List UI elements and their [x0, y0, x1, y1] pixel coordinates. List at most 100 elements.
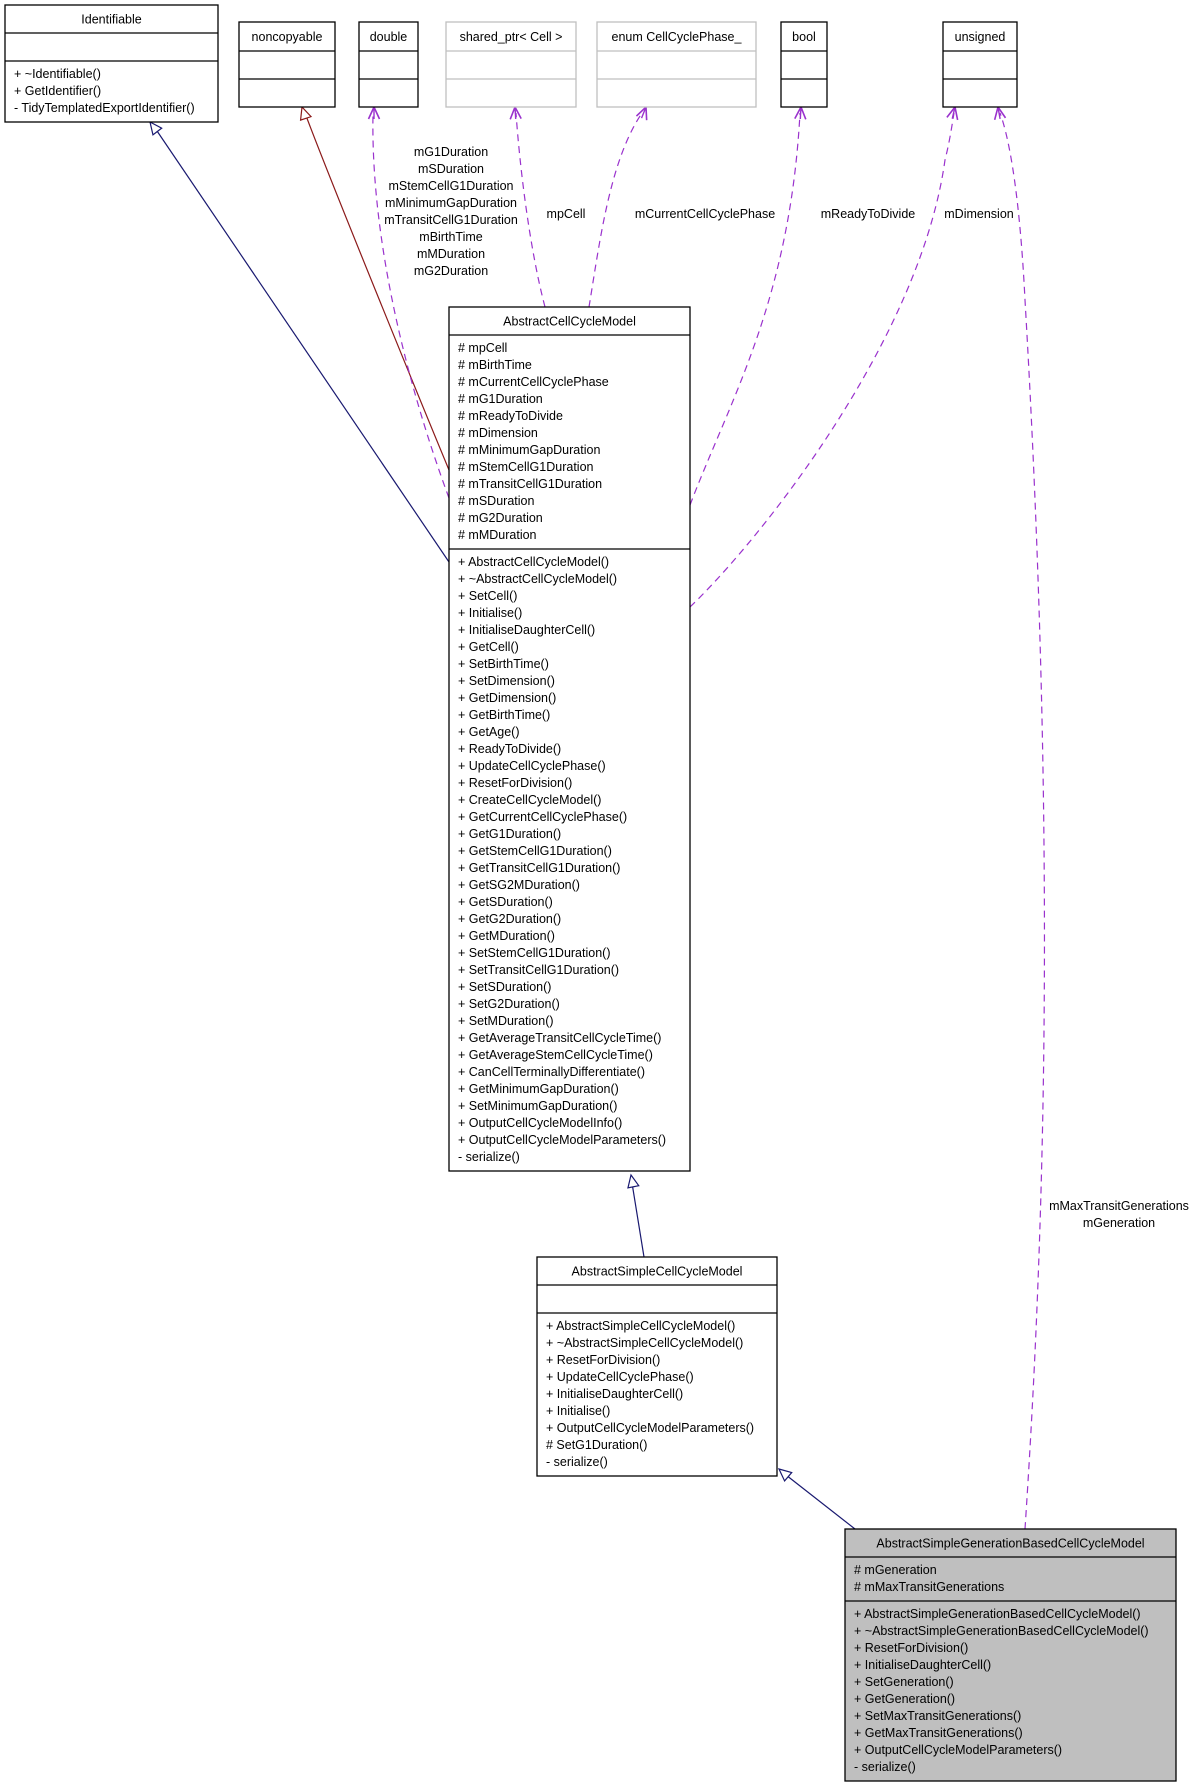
edge-label: mMinimumGapDuration — [385, 196, 517, 210]
edge-label: mCurrentCellCyclePhase — [635, 207, 775, 221]
class-method: + InitialiseDaughterCell() — [854, 1658, 991, 1672]
class-method: + GetG2Duration() — [458, 912, 561, 926]
edge-label: mMDuration — [417, 247, 485, 261]
class-box-unsigned[interactable]: unsigned — [942, 21, 1018, 108]
class-method: + GetIdentifier() — [14, 84, 101, 98]
class-method: + ~AbstractCellCycleModel() — [458, 572, 617, 586]
class-method: + GetMinimumGapDuration() — [458, 1082, 619, 1096]
class-method: + Initialise() — [546, 1404, 610, 1418]
class-method: + OutputCellCycleModelInfo() — [458, 1116, 622, 1130]
class-method: + SetMaxTransitGenerations() — [854, 1709, 1021, 1723]
class-attribute: # mMaxTransitGenerations — [854, 1580, 1004, 1594]
class-method: + SetTransitCellG1Duration() — [458, 963, 619, 977]
class-name: AbstractSimpleGenerationBasedCellCycleMo… — [876, 1537, 1144, 1551]
class-attribute: # mMDuration — [458, 528, 537, 542]
edge-simple — [627, 1173, 645, 1258]
edge-label-group: mG1Duration mSDuration mStemCellG1Duration… — [384, 145, 518, 278]
class-box-shared-ptr[interactable]: shared_ptr< Cell > — [445, 21, 577, 108]
class-box-double[interactable]: double — [358, 21, 419, 108]
class-method: + InitialiseDaughterCell() — [458, 623, 595, 637]
inheritance-connector — [785, 1474, 856, 1530]
edge-label-group: mDimension — [944, 207, 1014, 221]
edge-unsigned-dim — [689, 105, 959, 608]
class-method: + UpdateCellCyclePhase() — [458, 759, 606, 773]
edge-label: mGeneration — [1083, 1216, 1155, 1230]
class-method: + SetBirthTime() — [458, 657, 549, 671]
class-method: + OutputCellCycleModelParameters() — [546, 1421, 754, 1435]
class-attribute: # mMinimumGapDuration — [458, 443, 600, 457]
class-method: + SetDimension() — [458, 674, 555, 688]
class-method: - serialize() — [546, 1455, 608, 1469]
edge-bool — [689, 105, 807, 506]
class-method: + SetMinimumGapDuration() — [458, 1099, 617, 1113]
class-attribute: # mTransitCellG1Duration — [458, 477, 602, 491]
edge-label: mG1Duration — [414, 145, 488, 159]
arrow-shaft — [514, 106, 517, 120]
edge-label: mBirthTime — [419, 230, 482, 244]
hollow-triangle-arrow-icon — [299, 105, 313, 121]
class-box-bool[interactable]: bool — [780, 21, 828, 108]
class-box-abstract-ccm[interactable]: AbstractCellCycleModel # mpCell # mBirthTi… — [448, 306, 691, 1172]
class-method: + AbstractSimpleGenerationBasedCellCycle… — [854, 1607, 1141, 1621]
class-box-abstract-simple-gen-ccm[interactable]: AbstractSimpleGenerationBasedCellCycleMo… — [844, 1528, 1177, 1782]
class-method: - TidyTemplatedExportIdentifier() — [14, 101, 195, 115]
class-name: bool — [792, 30, 816, 44]
class-method: + GetSG2MDuration() — [458, 878, 580, 892]
edge-label: mTransitCellG1Duration — [384, 213, 518, 227]
edge-unsigned-gen — [993, 105, 1046, 1530]
class-attribute: # mGeneration — [854, 1563, 937, 1577]
usage-connector — [689, 112, 801, 506]
arrow-shaft — [799, 106, 802, 120]
class-method: + AbstractCellCycleModel() — [458, 555, 609, 569]
class-method: + OutputCellCycleModelParameters() — [458, 1133, 666, 1147]
class-method: + GetCell() — [458, 640, 519, 654]
class-name: AbstractCellCycleModel — [503, 315, 636, 329]
class-method: + CreateCellCycleModel() — [458, 793, 601, 807]
hollow-triangle-arrow-icon — [627, 1173, 640, 1189]
class-method: + GetSDuration() — [458, 895, 553, 909]
class-attribute: # mCurrentCellCyclePhase — [458, 375, 609, 389]
class-attribute: # mReadyToDivide — [458, 409, 563, 423]
class-method: + GetDimension() — [458, 691, 556, 705]
class-method: + GetG1Duration() — [458, 827, 561, 841]
class-method: + GetMaxTransitGenerations() — [854, 1726, 1023, 1740]
class-box-noncopyable[interactable]: noncopyable — [238, 21, 336, 108]
inheritance-connector — [631, 1182, 645, 1258]
inheritance-connector — [154, 127, 450, 563]
class-method: + GetTransitCellG1Duration() — [458, 861, 620, 875]
class-method: + SetStemCellG1Duration() — [458, 946, 611, 960]
class-box-identifiable[interactable]: Identifiable + ~Identifiable() + GetIdenti… — [4, 4, 219, 123]
edge-label: mDimension — [944, 207, 1014, 221]
class-method: + InitialiseDaughterCell() — [546, 1387, 683, 1401]
usage-connector — [689, 112, 955, 608]
class-name: AbstractSimpleCellCycleModel — [572, 1265, 743, 1279]
class-method: + GetAverageStemCellCycleTime() — [458, 1048, 653, 1062]
class-method: + ResetForDivision() — [458, 776, 572, 790]
class-method: + GetMDuration() — [458, 929, 555, 943]
class-method: + ~AbstractSimpleCellCycleModel() — [546, 1336, 743, 1350]
edge-label: mG2Duration — [414, 264, 488, 278]
class-method: + ResetForDivision() — [546, 1353, 660, 1367]
usage-connector — [515, 112, 546, 308]
class-method: + SetSDuration() — [458, 980, 551, 994]
class-method: # SetG1Duration() — [546, 1438, 647, 1452]
class-method: + Initialise() — [458, 606, 522, 620]
edge-label: mSDuration — [418, 162, 484, 176]
class-method: - serialize() — [854, 1760, 916, 1774]
class-method: + GetCurrentCellCyclePhase() — [458, 810, 627, 824]
class-box-abstract-simple-ccm[interactable]: AbstractSimpleCellCycleModel + AbstractSi… — [536, 1256, 778, 1477]
class-method: + AbstractSimpleCellCycleModel() — [546, 1319, 735, 1333]
class-method: + ~AbstractSimpleGenerationBasedCellCycl… — [854, 1624, 1149, 1638]
class-method: + SetGeneration() — [854, 1675, 954, 1689]
edge-label-group: mCurrentCellCyclePhase — [635, 207, 775, 221]
usage-connector — [999, 112, 1046, 1530]
class-attribute: # mStemCellG1Duration — [458, 460, 594, 474]
class-method: + ResetForDivision() — [854, 1641, 968, 1655]
class-method: - serialize() — [458, 1150, 520, 1164]
class-method: + SetG2Duration() — [458, 997, 560, 1011]
class-method: + ~Identifiable() — [14, 67, 101, 81]
class-name: shared_ptr< Cell > — [460, 30, 563, 44]
class-box-enum-phase[interactable]: enum CellCyclePhase_ — [596, 21, 757, 108]
boxes-layer: Identifiable + ~Identifiable() + GetIdenti… — [4, 4, 1177, 1782]
class-attribute: # mpCell — [458, 341, 507, 355]
